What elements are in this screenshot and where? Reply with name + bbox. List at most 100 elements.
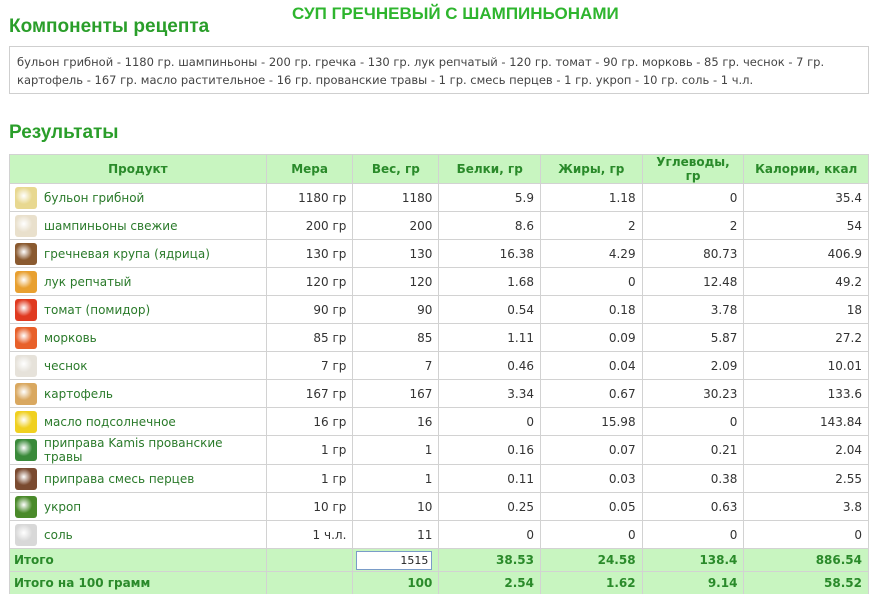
cell-weight: 120 xyxy=(352,267,440,296)
cell-product: соль xyxy=(9,520,267,549)
herbs-pack-icon xyxy=(15,439,37,461)
cell-carbs: 12.48 xyxy=(641,267,745,296)
cell-protein: 0.11 xyxy=(438,464,541,493)
table-row: чеснок 7 гр 7 0.46 0.04 2.09 10.01 xyxy=(9,351,869,380)
cell-protein: 1.11 xyxy=(438,323,541,352)
per100-calories: 58.52 xyxy=(743,571,869,594)
broth-icon xyxy=(15,186,37,209)
cell-product: бульон грибной xyxy=(9,183,267,212)
cell-carbs: 5.87 xyxy=(641,323,745,352)
mushroom-icon xyxy=(15,214,37,237)
table-row: масло подсолнечное 16 гр 16 0 15.98 0 143.84 xyxy=(9,407,869,436)
header-calories: Калории, ккал xyxy=(743,154,869,184)
product-link[interactable]: приправа Kamis прованские травы xyxy=(44,436,260,464)
cell-calories: 54 xyxy=(743,211,869,240)
cell-protein: 0 xyxy=(438,407,541,436)
cell-measure: 10 гр xyxy=(265,492,354,521)
cell-weight: 1 xyxy=(352,464,440,493)
cell-product: приправа смесь перцев xyxy=(9,464,267,493)
cell-weight: 200 xyxy=(352,211,440,240)
cell-carbs: 0 xyxy=(641,183,745,212)
cell-calories: 2.55 xyxy=(743,464,869,493)
cell-calories: 133.6 xyxy=(743,379,869,408)
onion-icon xyxy=(15,270,37,293)
cell-weight: 11 xyxy=(352,520,440,549)
total-weight-input[interactable] xyxy=(356,550,433,570)
per100-measure xyxy=(265,571,354,594)
product-link[interactable]: укроп xyxy=(44,500,81,514)
cell-calories: 10.01 xyxy=(743,351,869,380)
per100-fat: 1.62 xyxy=(539,571,643,594)
cell-measure: 90 гр xyxy=(265,295,354,324)
product-link[interactable]: томат (помидор) xyxy=(44,303,150,317)
product-link[interactable]: масло подсолнечное xyxy=(44,415,176,429)
product-link[interactable]: картофель xyxy=(44,387,113,401)
cell-measure: 7 гр xyxy=(265,351,354,380)
product-link[interactable]: лук репчатый xyxy=(44,275,131,289)
total-carbs: 138.4 xyxy=(641,548,745,572)
cell-fat: 0.09 xyxy=(539,323,643,352)
table-header-row: Продукт Мера Вес, гр Белки, гр Жиры, гр … xyxy=(9,154,869,184)
cell-protein: 5.9 xyxy=(438,183,541,212)
table-row: шампиньоны свежие 200 гр 200 8.6 2 2 54 xyxy=(9,211,869,240)
cell-fat: 0.04 xyxy=(539,351,643,380)
cell-carbs: 0.38 xyxy=(641,464,745,493)
cell-calories: 49.2 xyxy=(743,267,869,296)
product-link[interactable]: чеснок xyxy=(44,359,88,373)
table-row: лук репчатый 120 гр 120 1.68 0 12.48 49.2 xyxy=(9,267,869,296)
cell-carbs: 0.63 xyxy=(641,492,745,521)
product-link[interactable]: морковь xyxy=(44,331,97,345)
cell-product: гречневая крупа (ядрица) xyxy=(9,239,267,268)
table-row: соль 1 ч.л. 11 0 0 0 0 xyxy=(9,520,869,549)
cell-fat: 0.67 xyxy=(539,379,643,408)
cell-product: шампиньоны свежие xyxy=(9,211,267,240)
cell-weight: 16 xyxy=(352,407,440,436)
cell-protein: 0.46 xyxy=(438,351,541,380)
cell-fat: 15.98 xyxy=(539,407,643,436)
cell-measure: 1 гр xyxy=(265,464,354,493)
cell-calories: 143.84 xyxy=(743,407,869,436)
table-row: приправа Kamis прованские травы 1 гр 1 0.16… xyxy=(9,435,869,465)
cell-carbs: 80.73 xyxy=(641,239,745,268)
cell-weight: 130 xyxy=(352,239,440,268)
header-weight: Вес, гр xyxy=(352,154,440,184)
total-row: Итого 38.53 24.58 138.4 886.54 xyxy=(9,548,869,572)
cell-measure: 200 гр xyxy=(265,211,354,240)
tomato-icon xyxy=(15,298,37,321)
cell-carbs: 0 xyxy=(641,407,745,436)
cell-carbs: 0 xyxy=(641,520,745,549)
cell-calories: 3.8 xyxy=(743,492,869,521)
cell-calories: 27.2 xyxy=(743,323,869,352)
cell-calories: 406.9 xyxy=(743,239,869,268)
product-link[interactable]: шампиньоны свежие xyxy=(44,219,177,233)
table-row: картофель 167 гр 167 3.34 0.67 30.23 133.6 xyxy=(9,379,869,408)
cell-calories: 0 xyxy=(743,520,869,549)
cell-product: картофель xyxy=(9,379,267,408)
product-link[interactable]: гречневая крупа (ядрица) xyxy=(44,247,210,261)
cell-measure: 1180 гр xyxy=(265,183,354,212)
dill-icon xyxy=(15,495,37,518)
cell-measure: 16 гр xyxy=(265,407,354,436)
cell-weight: 1180 xyxy=(352,183,440,212)
cell-protein: 8.6 xyxy=(438,211,541,240)
components-heading: Компоненты рецепта xyxy=(9,16,210,37)
product-link[interactable]: бульон грибной xyxy=(44,191,144,205)
header-fat: Жиры, гр xyxy=(539,154,643,184)
table-row: приправа смесь перцев 1 гр 1 0.11 0.03 0.38 2.… xyxy=(9,464,869,493)
cell-product: масло подсолнечное xyxy=(9,407,267,436)
total-label: Итого xyxy=(9,548,267,572)
per100-carbs: 9.14 xyxy=(641,571,745,594)
cell-fat: 1.18 xyxy=(539,183,643,212)
cell-weight: 7 xyxy=(352,351,440,380)
product-link[interactable]: соль xyxy=(44,528,73,542)
cell-measure: 1 гр xyxy=(265,435,354,465)
cell-product: лук репчатый xyxy=(9,267,267,296)
header-carbs: Углеводы, гр xyxy=(641,154,745,184)
per100-row: Итого на 100 грамм 100 2.54 1.62 9.14 58… xyxy=(9,571,869,594)
cell-fat: 0.18 xyxy=(539,295,643,324)
header-product: Продукт xyxy=(9,154,267,184)
salt-icon xyxy=(15,523,37,546)
cell-fat: 0 xyxy=(539,267,643,296)
garlic-icon xyxy=(15,354,37,377)
product-link[interactable]: приправа смесь перцев xyxy=(44,472,194,486)
